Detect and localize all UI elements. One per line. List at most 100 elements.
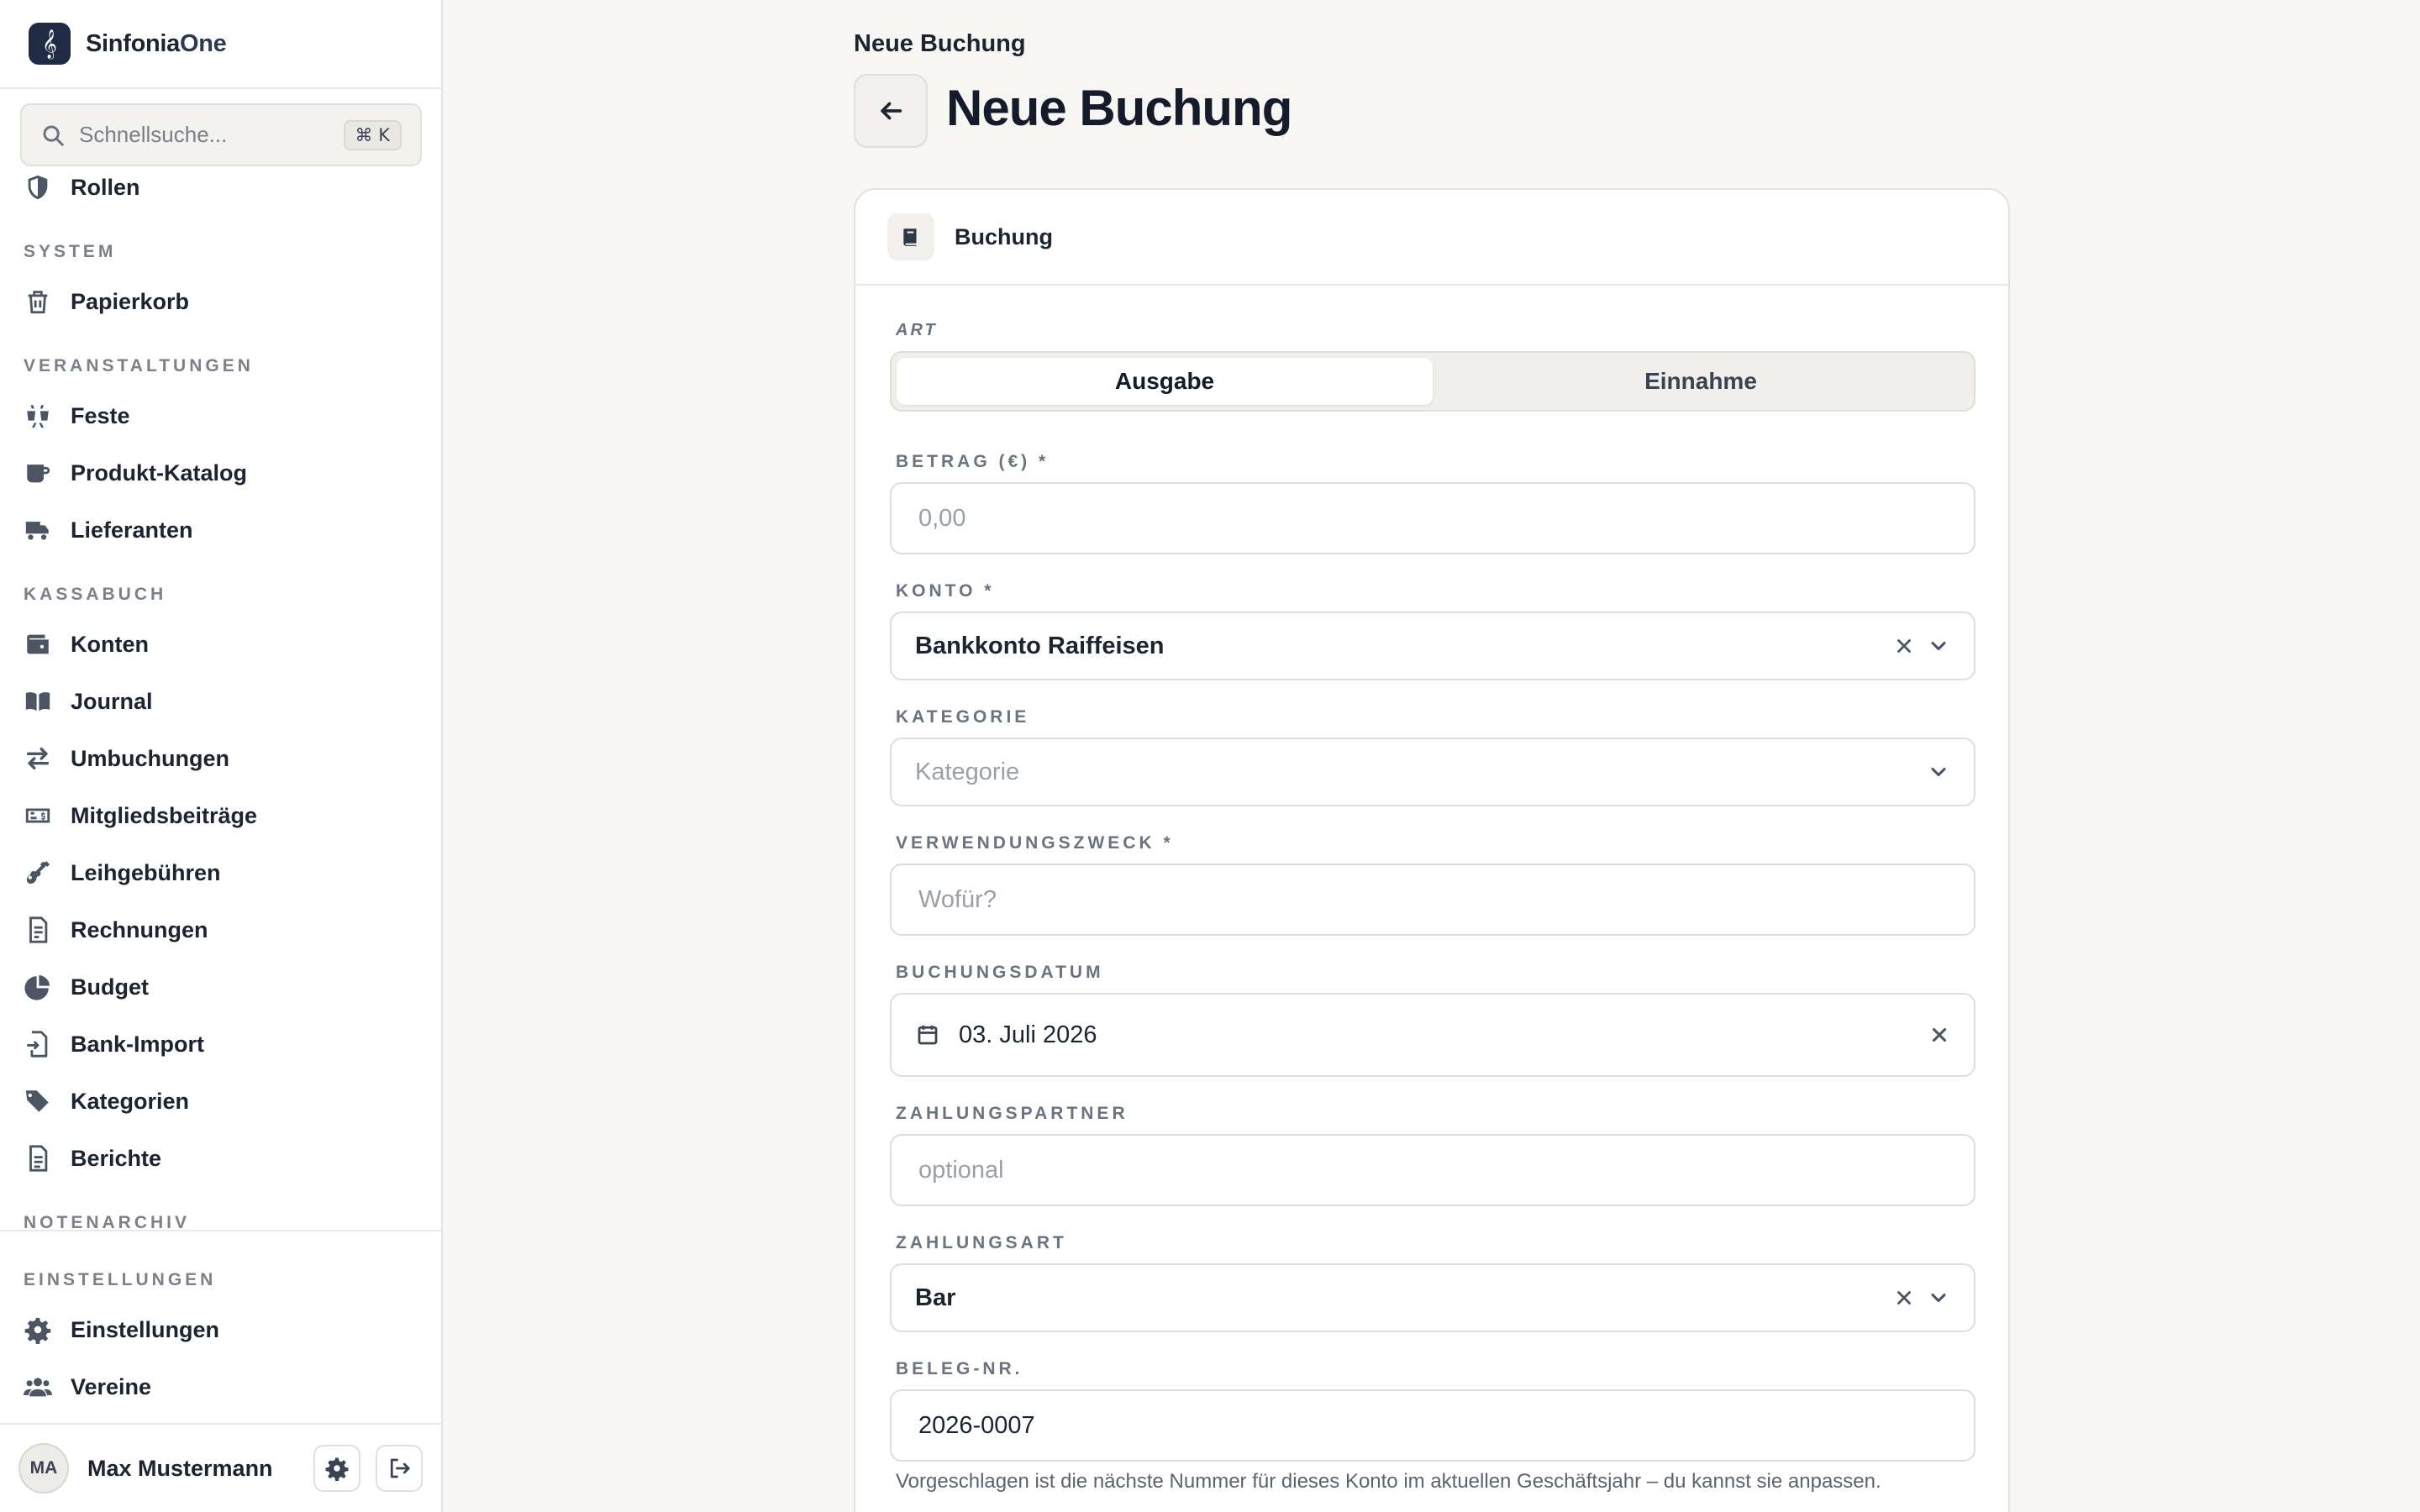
section-einstellungen: EINSTELLUNGEN: [24, 1270, 217, 1289]
card-title: Buchung: [955, 223, 1053, 249]
beleg-input[interactable]: 2026-0007: [890, 1389, 1975, 1462]
quick-search-input[interactable]: Schnellsuche... ⌘ K: [20, 103, 422, 166]
zahlungspartner-label: ZAHLUNGSPARTNER: [896, 1104, 1128, 1123]
clear-icon[interactable]: [1893, 1287, 1915, 1309]
art-option-ausgabe[interactable]: Ausgabe: [897, 358, 1433, 405]
sidebar-nav: Rollen SYSTEM Papierkorb VERANSTALTUNGEN…: [0, 166, 441, 1231]
gear-icon: [24, 1315, 52, 1344]
sidebar-item-papierkorb[interactable]: Papierkorb: [24, 281, 189, 323]
sidebar-item-leihgebuehren[interactable]: Leihgebühren: [24, 852, 221, 894]
trash-icon: [24, 287, 52, 316]
clear-icon[interactable]: [1928, 1024, 1950, 1046]
wallet-icon: [24, 630, 52, 659]
konto-label: KONTO *: [896, 581, 995, 601]
quick-search-placeholder: Schnellsuche...: [79, 122, 228, 147]
kategorie-placeholder: Kategorie: [915, 758, 1020, 785]
verwendungszweck-label: VERWENDUNGSZWECK *: [896, 833, 1174, 853]
art-option-einnahme[interactable]: Einnahme: [1433, 358, 1969, 405]
verwendungszweck-input[interactable]: Wofür?: [890, 864, 1975, 936]
kategorie-label: KATEGORIE: [896, 707, 1030, 727]
sidebar-item-label: Feste: [71, 402, 130, 428]
brand-name: SinfoniaOne: [86, 30, 227, 58]
logout-button[interactable]: [376, 1445, 423, 1492]
buchungsdatum-picker[interactable]: 03. Juli 2026: [890, 993, 1975, 1077]
sidebar-item-bank-import[interactable]: Bank-Import: [24, 1023, 204, 1065]
sidebar-item-kategorien[interactable]: Kategorien: [24, 1080, 189, 1122]
sidebar-item-rechnungen[interactable]: Rechnungen: [24, 909, 208, 951]
section-system: SYSTEM: [24, 242, 117, 261]
sidebar-item-vereine[interactable]: Vereine: [24, 1366, 151, 1408]
chevron-down-icon[interactable]: [1927, 760, 1950, 784]
buchungsdatum-label: BUCHUNGSDATUM: [896, 963, 1104, 982]
sidebar-item-berichte[interactable]: Berichte: [24, 1137, 161, 1179]
back-button[interactable]: [854, 74, 928, 148]
konto-value: Bankkonto Raiffeisen: [915, 632, 1165, 659]
sidebar-item-label: Mitgliedsbeiträge: [71, 802, 258, 828]
buchungsdatum-value: 03. Juli 2026: [959, 1021, 1097, 1048]
user-settings-button[interactable]: [313, 1445, 360, 1492]
sidebar-item-konten[interactable]: Konten: [24, 623, 149, 665]
clear-icon[interactable]: [1893, 635, 1915, 657]
section-notenarchiv: NOTENARCHIV: [24, 1213, 191, 1230]
money-bill-icon: [24, 801, 52, 830]
guitar-icon: [24, 858, 52, 887]
sidebar-item-einstellungen[interactable]: Einstellungen: [24, 1309, 219, 1351]
section-veranstaltungen: VERANSTALTUNGEN: [24, 356, 254, 375]
zahlungspartner-input[interactable]: optional: [890, 1134, 1975, 1206]
beleg-helper-text: Vorgeschlagen ist die nächste Nummer für…: [896, 1470, 1881, 1493]
sidebar-item-label: Einstellungen: [71, 1316, 220, 1342]
treble-clef-logo-icon: 𝄞: [29, 23, 71, 65]
betrag-input[interactable]: 0,00: [890, 482, 1975, 554]
sidebar-item-label: Papierkorb: [71, 288, 190, 314]
sidebar-item-umbuchungen[interactable]: Umbuchungen: [24, 738, 229, 780]
chevron-down-icon[interactable]: [1927, 634, 1950, 658]
truck-icon: [24, 516, 52, 544]
avatar[interactable]: MA: [18, 1443, 69, 1494]
betrag-label: BETRAG (€) *: [896, 452, 1050, 471]
calendar-icon: [918, 1025, 938, 1045]
card-header: Buchung: [855, 190, 2008, 286]
pie-chart-icon: [24, 973, 52, 1001]
beleg-value: 2026-0007: [918, 1411, 1035, 1439]
zahlungsart-select[interactable]: Bar: [890, 1263, 1975, 1332]
book-icon: [887, 213, 934, 260]
kategorie-select[interactable]: Kategorie: [890, 738, 1975, 806]
zahlungsart-label: ZAHLUNGSART: [896, 1233, 1067, 1252]
sidebar-item-mitgliedsbeitraege[interactable]: Mitgliedsbeiträge: [24, 795, 257, 837]
arrow-left-icon: [881, 102, 902, 120]
sidebar-item-label: Rechnungen: [71, 916, 208, 942]
shield-icon: [24, 173, 52, 202]
main-content: Neue Buchung Neue Buchung Buchung ART Au…: [443, 0, 2420, 1512]
sidebar-bottom-nav: EINSTELLUNGEN Einstellungen Vereine: [0, 1230, 441, 1423]
logout-icon: [390, 1458, 410, 1478]
sidebar-item-label: Berichte: [71, 1145, 162, 1171]
sidebar-item-budget[interactable]: Budget: [24, 966, 149, 1008]
chevron-down-icon[interactable]: [1927, 1286, 1950, 1310]
sidebar-item-feste[interactable]: Feste: [24, 395, 130, 437]
brand[interactable]: 𝄞 SinfoniaOne: [0, 0, 441, 89]
art-label: ART: [896, 321, 938, 339]
zahlungsart-value: Bar: [915, 1284, 956, 1311]
betrag-placeholder: 0,00: [918, 504, 966, 532]
sidebar-item-label: Konten: [71, 631, 149, 657]
sidebar-item-label: Journal: [71, 688, 153, 714]
section-kassabuch: KASSABUCH: [24, 585, 167, 604]
transfer-icon: [24, 744, 52, 773]
tags-icon: [24, 1087, 52, 1116]
party-icon: [24, 402, 52, 430]
sidebar-item-journal[interactable]: Journal: [24, 680, 153, 722]
sidebar-item-label: Kategorien: [71, 1088, 190, 1114]
sidebar-item-rollen[interactable]: Rollen: [24, 166, 140, 208]
users-icon: [24, 1373, 52, 1401]
brand-name-suffix: One: [180, 29, 227, 57]
shortcut-badge: ⌘ K: [343, 119, 402, 150]
sidebar-item-lieferanten[interactable]: Lieferanten: [24, 509, 193, 551]
booking-card: Buchung ART Ausgabe Einnahme BETRAG (€) …: [854, 188, 2010, 1512]
brand-name-main: Sinfonia: [86, 29, 180, 57]
search-icon: [43, 125, 64, 146]
sidebar-item-produkt-katalog[interactable]: Produkt-Katalog: [24, 452, 247, 494]
app-root: 𝄞 SinfoniaOne Schnellsuche... ⌘ K Rollen…: [0, 0, 2420, 1512]
zahlungspartner-placeholder: optional: [918, 1156, 1004, 1184]
sidebar-item-label: Produkt-Katalog: [71, 459, 248, 486]
konto-select[interactable]: Bankkonto Raiffeisen: [890, 612, 1975, 680]
